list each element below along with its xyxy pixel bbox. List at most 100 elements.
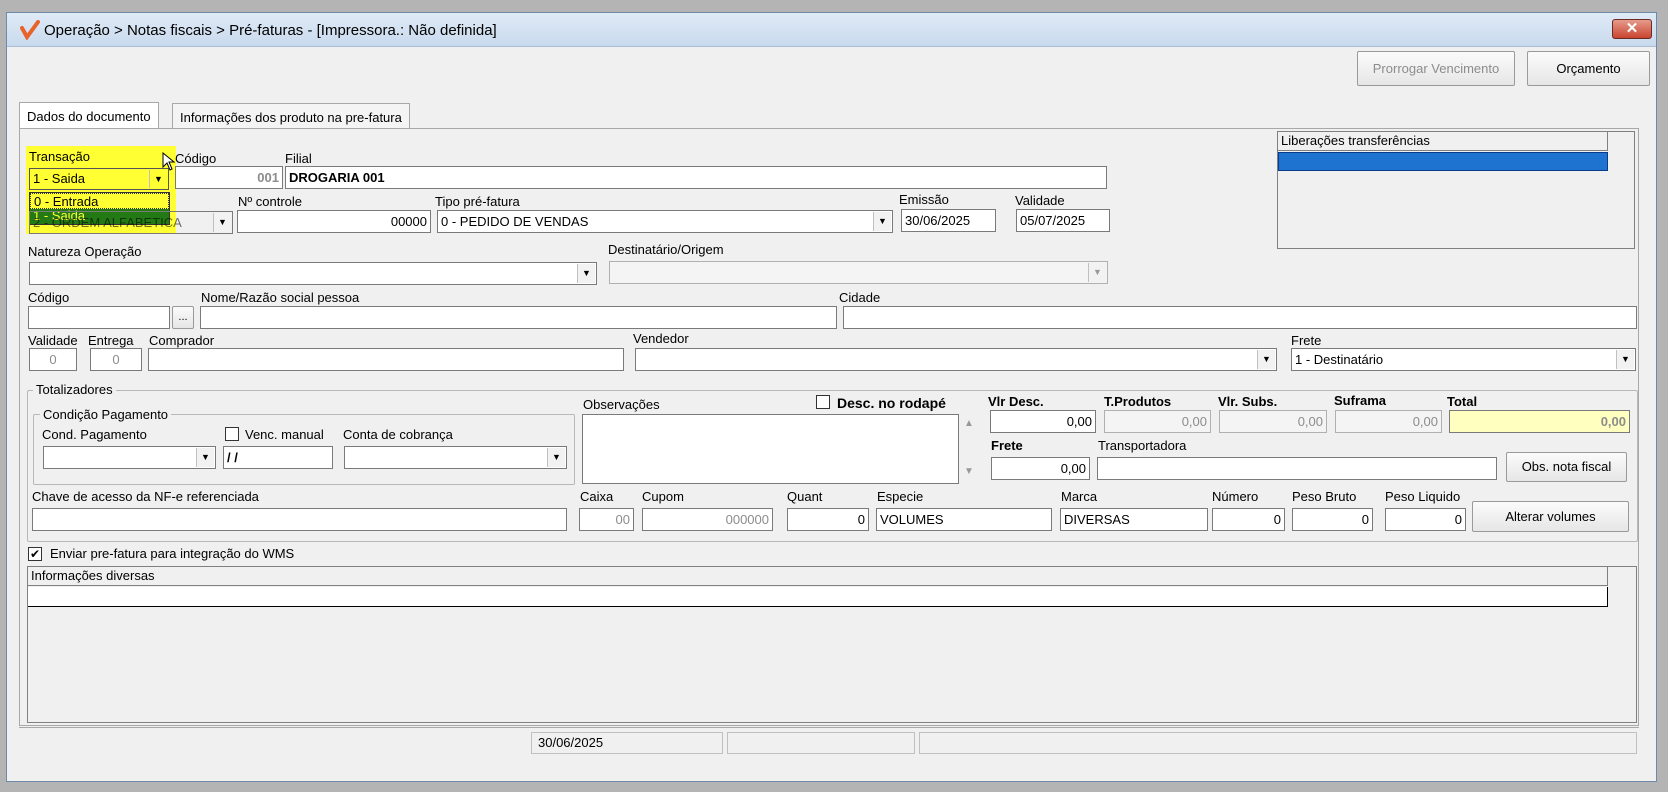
peso-liquido-input[interactable]: 0 — [1385, 508, 1466, 531]
comprador-input[interactable] — [148, 348, 624, 371]
natureza-select[interactable]: ▼ — [29, 262, 597, 285]
transportadora-label: Transportadora — [1098, 438, 1187, 453]
tab-dados-documento[interactable]: Dados do documento — [19, 102, 159, 129]
tprodutos-input[interactable]: 0,00 — [1104, 410, 1211, 433]
vlr-desc-input[interactable]: 0,00 — [990, 410, 1096, 433]
mouse-cursor-icon — [162, 152, 176, 171]
vendedor-select[interactable]: ▼ — [635, 348, 1277, 371]
chave-input[interactable] — [32, 508, 567, 531]
frete-value: 1 - Destinatário — [1295, 352, 1384, 367]
entrega-input[interactable]: 0 — [90, 348, 142, 371]
venc-manual-input[interactable]: / / — [223, 446, 333, 469]
marca-input[interactable]: DIVERSAS — [1060, 508, 1208, 531]
filial-label: Filial — [285, 151, 312, 166]
transacao-select[interactable]: 1 - Saida ▼ — [29, 168, 169, 190]
validade2-label: Validade — [28, 333, 78, 348]
scroll-up-icon[interactable]: ▲ — [964, 418, 974, 429]
vlr-subs-input[interactable]: 0,00 — [1219, 410, 1327, 433]
quant-label: Quant — [787, 489, 823, 504]
chevron-down-icon[interactable]: ▼ — [213, 213, 231, 232]
frete-total-label: Frete — [991, 438, 1023, 453]
suframa-input[interactable]: 0,00 — [1335, 410, 1442, 433]
obs-nota-fiscal-button[interactable]: Obs. nota fiscal — [1506, 452, 1627, 482]
ellipsis-button[interactable]: ... — [172, 306, 194, 329]
tab-informacoes-produto[interactable]: Informações dos produto na pre-fatura — [172, 103, 410, 129]
cupom-input[interactable]: 000000 — [642, 508, 773, 531]
observacoes-label: Observações — [583, 397, 660, 412]
prorrogar-vencimento-button[interactable]: Prorrogar Vencimento — [1357, 51, 1515, 86]
desc-rodape-checkbox[interactable] — [816, 395, 830, 409]
caixa-input[interactable]: 00 — [579, 508, 634, 531]
chevron-down-icon[interactable]: ▼ — [1616, 350, 1634, 369]
wms-label: Enviar pre-fatura para integração do WMS — [50, 546, 295, 561]
observacoes-textarea[interactable] — [582, 414, 959, 484]
tipo-prefatura-value: 0 - PEDIDO DE VENDAS — [441, 214, 589, 229]
vlr-desc-label: Vlr Desc. — [988, 394, 1044, 409]
transacao-label: Transação — [29, 149, 90, 164]
vlr-subs-label: Vlr. Subs. — [1218, 394, 1278, 409]
cond-pagamento-select[interactable]: ▼ — [43, 446, 216, 469]
scroll-down-icon[interactable]: ▼ — [964, 466, 974, 477]
validade-label: Validade — [1015, 193, 1065, 208]
close-button[interactable]: ✕ — [1612, 19, 1652, 39]
cidade-input[interactable] — [843, 306, 1637, 329]
ncontrole-input[interactable]: 00000 — [237, 210, 431, 233]
wms-checkbox[interactable]: ✔ — [28, 547, 42, 561]
conta-cobranca-select[interactable]: ▼ — [344, 446, 567, 469]
totalizadores-title: Totalizadores — [33, 382, 116, 397]
marca-label: Marca — [1061, 489, 1098, 504]
ncontrole-label: Nº controle — [238, 194, 302, 209]
comprador-label: Comprador — [149, 333, 215, 348]
chevron-down-icon[interactable]: ▼ — [196, 448, 214, 467]
validade-input[interactable]: 05/07/2025 — [1016, 209, 1110, 232]
chevron-down-icon[interactable]: ▼ — [873, 212, 891, 231]
emissao-label: Emissão — [899, 192, 949, 207]
frete-total-input[interactable]: 0,00 — [991, 457, 1090, 480]
chevron-down-icon[interactable]: ▼ — [1257, 350, 1275, 369]
chevron-down-icon[interactable]: ▼ — [149, 170, 167, 188]
quant-input[interactable]: 0 — [787, 508, 869, 531]
alterar-volumes-button[interactable]: Alterar volumes — [1472, 501, 1629, 532]
status-date: 30/06/2025 — [531, 732, 723, 754]
cupom-label: Cupom — [642, 489, 684, 504]
validade2-input[interactable]: 0 — [29, 348, 77, 371]
peso-bruto-label: Peso Bruto — [1292, 489, 1357, 504]
peso-bruto-input[interactable]: 0 — [1292, 508, 1373, 531]
destinatario-select[interactable]: ▼ — [609, 261, 1108, 284]
status-panel-3 — [919, 732, 1637, 754]
tprodutos-label: T.Produtos — [1104, 394, 1172, 409]
especie-input[interactable]: VOLUMES — [876, 508, 1052, 531]
total-label: Total — [1447, 394, 1478, 409]
caixa-label: Caixa — [580, 489, 614, 504]
codigo-input[interactable]: 001 — [175, 166, 283, 189]
tipo-prefatura-select[interactable]: 0 - PEDIDO DE VENDAS ▼ — [437, 210, 893, 233]
total-input[interactable]: 0,00 — [1449, 410, 1630, 433]
destinatario-label: Destinatário/Origem — [608, 242, 724, 257]
chevron-down-icon[interactable]: ▼ — [1088, 263, 1106, 282]
informacoes-row[interactable] — [28, 587, 1608, 607]
transportadora-input[interactable] — [1097, 457, 1497, 480]
filial-input[interactable]: DROGARIA 001 — [285, 166, 1107, 189]
nome-input[interactable] — [200, 306, 837, 329]
orcamento-button[interactable]: Orçamento — [1527, 51, 1650, 86]
nome-label: Nome/Razão social pessoa — [201, 290, 360, 305]
condicao-title: Condição Pagamento — [40, 407, 172, 422]
app-logo-icon — [20, 20, 40, 40]
cond-pagamento-label: Cond. Pagamento — [42, 427, 147, 442]
chevron-down-icon[interactable]: ▼ — [577, 264, 595, 283]
codigo2-input[interactable] — [28, 306, 170, 329]
tipo-prefatura-label: Tipo pré-fatura — [435, 194, 520, 209]
venc-manual-checkbox[interactable] — [225, 427, 239, 441]
chevron-down-icon[interactable]: ▼ — [547, 448, 565, 467]
especie-label: Especie — [877, 489, 924, 504]
emissao-input[interactable]: 30/06/2025 — [901, 209, 996, 232]
natureza-label: Natureza Operação — [28, 244, 142, 259]
suframa-label: Suframa — [1334, 393, 1387, 408]
liberacoes-selected-row[interactable] — [1278, 152, 1608, 171]
numero-input[interactable]: 0 — [1212, 508, 1285, 531]
cidade-label: Cidade — [839, 290, 881, 305]
frete-select[interactable]: 1 - Destinatário ▼ — [1291, 348, 1636, 371]
vendedor-label: Vendedor — [633, 331, 689, 346]
frete-label: Frete — [1291, 333, 1322, 348]
transacao-value: 1 - Saida — [33, 171, 86, 186]
